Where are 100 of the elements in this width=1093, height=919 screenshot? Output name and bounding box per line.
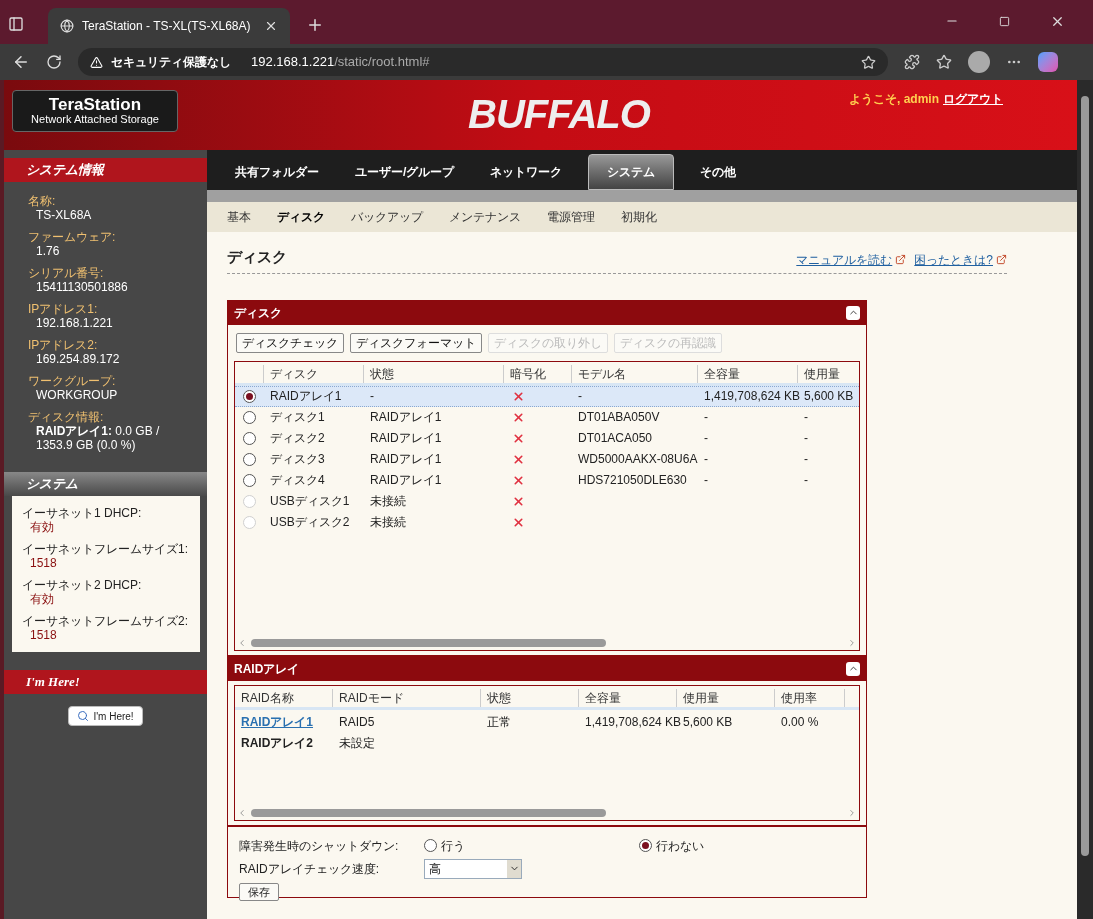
reload-icon[interactable] (46, 54, 62, 70)
info-value: TS-XL68A (35, 208, 93, 222)
tab-actions-icon[interactable] (8, 16, 24, 32)
table-cell-text: - (803, 409, 809, 426)
raid-link[interactable]: RAIDアレイ1 (235, 713, 333, 731)
browser-tab[interactable]: TeraStation - TS-XL(TS-XL68A) (48, 8, 290, 44)
radio-button[interactable] (242, 389, 256, 403)
info-label: イーサネットフレームサイズ2: (22, 614, 189, 628)
table-cell-text: 5,600 KB (803, 388, 855, 405)
table-row[interactable]: ディスク2 RAIDアレイ1 DT01ACA050 - - (235, 427, 859, 449)
close-icon[interactable] (264, 19, 278, 33)
warning-icon (90, 55, 103, 69)
favorites-icon[interactable] (936, 54, 952, 70)
column-header[interactable]: 状態 (481, 688, 579, 707)
radio-button[interactable] (424, 839, 437, 852)
panel-title: ディスク (234, 304, 282, 322)
radio-button[interactable] (242, 410, 256, 424)
close-window-icon[interactable] (1050, 14, 1065, 29)
column-header[interactable]: モデル名 (571, 364, 697, 383)
nav-tab[interactable]: その他 (682, 154, 755, 190)
column-header[interactable]: 状態 (363, 364, 503, 383)
profile-icon[interactable] (968, 51, 990, 73)
radio-button[interactable] (242, 452, 256, 466)
radio-button[interactable] (242, 431, 256, 445)
external-link-icon (895, 254, 907, 265)
maximize-icon[interactable] (999, 16, 1010, 27)
column-header[interactable]: 使用率 (775, 688, 845, 707)
table-cell-text: WD5000AAKX-08U6A (577, 451, 697, 468)
sub-tab[interactable]: 基本 (227, 208, 251, 226)
column-header[interactable]: ディスク (263, 364, 363, 383)
info-value: 169.254.89.172 (35, 352, 121, 366)
column-header[interactable]: 全容量 (579, 688, 677, 707)
radio-button[interactable] (639, 839, 652, 852)
column-header[interactable]: 全容量 (697, 364, 797, 383)
column-header[interactable]: 暗号化 (503, 364, 571, 383)
nav-tab[interactable]: 共有フォルダー (217, 154, 337, 190)
info-label: イーサネット1 DHCP: (22, 506, 143, 520)
table-cell-text: RAIDアレイ1 (369, 472, 443, 489)
sub-tab[interactable]: ディスク (277, 208, 325, 226)
table-cell-text: - (703, 451, 709, 468)
help-link[interactable]: マニュアルを読む (796, 250, 893, 269)
disk-action-button[interactable]: ディスクチェック (236, 332, 344, 353)
info-value: 192.168.1.221 (35, 316, 114, 330)
extensions-icon[interactable] (904, 54, 920, 70)
table-cell-text: - (703, 409, 709, 426)
im-here-button[interactable]: I'm Here! (68, 706, 143, 726)
save-button[interactable]: 保存 (239, 882, 279, 901)
dropdown-icon (507, 859, 521, 878)
sub-tab[interactable]: バックアップ (351, 208, 423, 226)
column-header[interactable]: RAIDモード (333, 688, 481, 707)
table-cell-text: 0.00 % (780, 714, 820, 731)
column-header[interactable]: 使用量 (797, 364, 859, 383)
table-cell-text: RAIDアレイ1 (369, 430, 443, 447)
nav-tab[interactable]: ユーザー/グループ (337, 154, 473, 190)
table-cell-text: DT01ABA050V (577, 409, 661, 426)
nav-tab[interactable]: ネットワーク (472, 154, 581, 190)
nav-tab[interactable]: システム (588, 154, 675, 190)
terastation-logo: TeraStation Network Attached Storage (12, 90, 178, 132)
info-value: 有効 (29, 520, 55, 534)
disk-action-button[interactable]: ディスクフォーマット (350, 332, 482, 353)
table-row[interactable]: ディスク3 RAIDアレイ1 WD5000AAKX-08U6A - - (235, 448, 859, 470)
table-cell-text: USBディスク1 (269, 493, 351, 510)
new-tab-icon[interactable] (306, 16, 324, 34)
table-row[interactable]: ディスク1 RAIDアレイ1 DT01ABA050V - - (235, 406, 859, 428)
column-header[interactable]: 使用量 (677, 688, 775, 707)
scroll-thumb[interactable] (251, 638, 607, 647)
table-row[interactable]: ディスク4 RAIDアレイ1 HDS721050DLE630 - - (235, 469, 859, 491)
table-cell-text: 未接続 (369, 514, 407, 531)
collapse-icon[interactable] (846, 661, 860, 676)
info-value: WORKGROUP (35, 388, 119, 402)
copilot-icon[interactable] (1038, 52, 1058, 72)
scroll-left-icon (237, 807, 247, 818)
table-cell-text: USBディスク2 (269, 514, 351, 531)
star-icon[interactable] (861, 54, 876, 70)
info-label: ファームウェア: (28, 230, 117, 244)
column-header[interactable]: RAID名称 (235, 688, 333, 707)
table-cell-text: - (703, 472, 709, 489)
table-cell-text: - (803, 430, 809, 447)
page-title: ディスク (227, 247, 287, 267)
table-row[interactable]: RAIDアレイ1 - - 1,419,708,624 KB 5,600 KB (235, 385, 859, 407)
info-label: イーサネット2 DHCP: (22, 578, 143, 592)
url-text: 192.168.1.221/static/root.html# (251, 53, 430, 72)
help-link[interactable]: 困ったときは? (914, 250, 993, 269)
back-icon[interactable] (12, 53, 30, 71)
speed-select[interactable]: 高 (424, 858, 522, 879)
sub-tab[interactable]: メンテナンス (449, 208, 521, 226)
radio-button[interactable] (242, 473, 256, 487)
radio-label[interactable]: 行わない (656, 836, 704, 855)
table-cell-text: ディスク3 (269, 451, 326, 468)
collapse-icon[interactable] (846, 305, 860, 320)
sub-tab[interactable]: 電源管理 (547, 208, 595, 226)
logout-link[interactable]: ログアウト (943, 90, 1003, 108)
table-cell-text: - (703, 430, 709, 447)
address-bar[interactable]: セキュリティ保護なし 192.168.1.221/static/root.html# (78, 48, 888, 76)
radio-label[interactable]: 行う (441, 836, 465, 855)
table-cell-text: 正常 (486, 714, 512, 731)
scroll-right-icon (847, 637, 857, 648)
sub-tab[interactable]: 初期化 (621, 208, 657, 226)
scroll-thumb[interactable] (251, 808, 607, 817)
table-cell-text: - (803, 451, 809, 468)
